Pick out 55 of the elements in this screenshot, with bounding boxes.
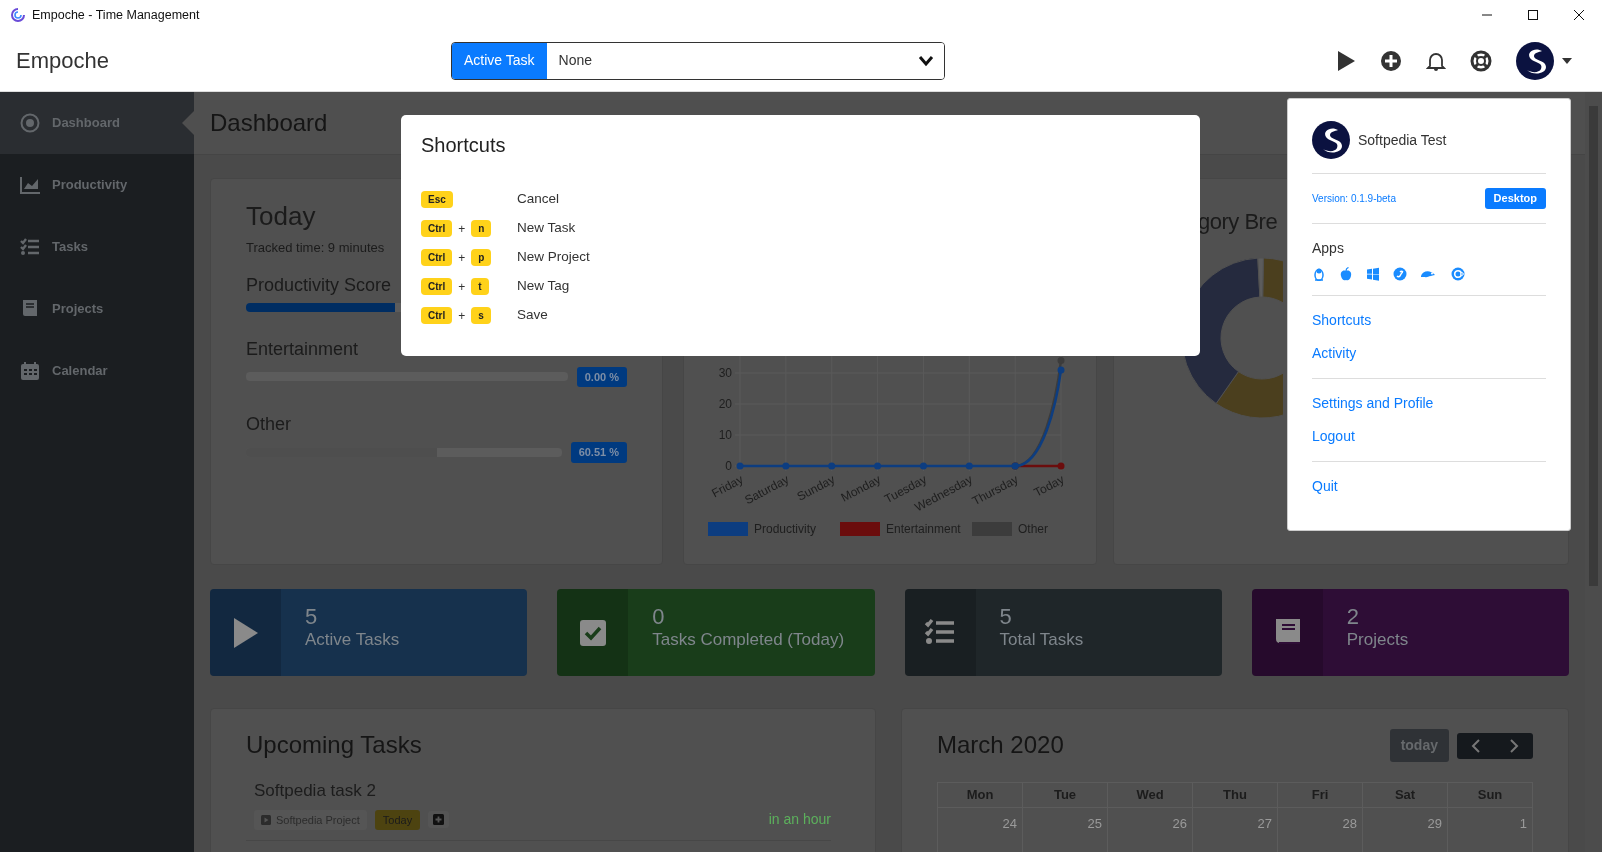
day-cell[interactable]: 26: [1108, 807, 1193, 852]
day-cell[interactable]: 27: [1193, 807, 1278, 852]
shortcut-action: New Task: [517, 219, 577, 238]
sidebar-item[interactable]: Dashboard: [0, 92, 194, 154]
sidebar-item[interactable]: Calendar: [0, 340, 194, 402]
key-badge: p: [471, 249, 492, 266]
percent-badge: 60.51 %: [570, 442, 627, 463]
shortcut-action: Cancel: [517, 190, 561, 209]
apps-label: Apps: [1312, 238, 1345, 258]
key-badge: Ctrl: [421, 249, 453, 266]
calendar-title: March 2020: [937, 731, 1064, 760]
key-badge: Ctrl: [421, 220, 453, 237]
key-badge: Ctrl: [421, 307, 453, 324]
shortcut-action: Save: [517, 306, 549, 325]
stat-label: Active Tasks: [305, 629, 400, 652]
menu-link[interactable]: Settings and Profile: [1312, 392, 1546, 414]
plus-sign: +: [458, 220, 466, 238]
app-brand: Empoche: [15, 47, 109, 75]
key-badge: t: [471, 278, 489, 295]
key-badge: n: [471, 220, 492, 237]
stat-value: 2: [1346, 605, 1360, 630]
version-text: Version: 0.1.9-beta: [1312, 191, 1396, 206]
window-title: Empoche - Time Management: [32, 6, 200, 24]
menu-link[interactable]: Logout: [1312, 425, 1546, 447]
shortcut-action: New Project: [517, 248, 591, 267]
sidebar-item[interactable]: Productivity: [0, 154, 194, 216]
day-cell[interactable]: 28: [1278, 807, 1363, 852]
menu-link[interactable]: Activity: [1312, 342, 1546, 364]
menu-link[interactable]: Quit: [1312, 475, 1546, 497]
key-badge: Esc: [421, 191, 453, 208]
stat-label: Tasks Completed (Today): [652, 629, 845, 652]
sidebar-item[interactable]: Tasks: [0, 216, 194, 278]
stat-label: Total Tasks: [999, 629, 1084, 652]
card-title: Upcoming Tasks: [246, 731, 423, 760]
plus-sign: +: [458, 278, 466, 296]
sidebar-item[interactable]: Projects: [0, 278, 194, 340]
stat-value: 5: [305, 605, 319, 630]
plus-sign: +: [458, 249, 466, 267]
user-name: Softpedia Test: [1358, 130, 1447, 150]
platform-badge: Desktop: [1484, 188, 1546, 209]
day-cell[interactable]: 29: [1363, 807, 1448, 852]
day-cell[interactable]: 25: [1023, 807, 1108, 852]
modal-title: Shortcuts: [421, 133, 507, 157]
percent-badge: 0.00 %: [576, 366, 627, 388]
stat-value: 5: [999, 605, 1013, 630]
key-badge: Ctrl: [421, 278, 453, 295]
day-cell[interactable]: 1: [1448, 807, 1533, 852]
key-badge: s: [471, 307, 491, 324]
shortcut-action: New Tag: [517, 277, 571, 296]
due-time: in an hour: [768, 810, 831, 830]
plus-sign: +: [458, 307, 466, 325]
stat-label: Projects: [1346, 629, 1409, 652]
day-cell[interactable]: 24: [938, 807, 1023, 852]
stat-value: 0: [652, 605, 666, 630]
menu-link[interactable]: Shortcuts: [1312, 309, 1546, 331]
